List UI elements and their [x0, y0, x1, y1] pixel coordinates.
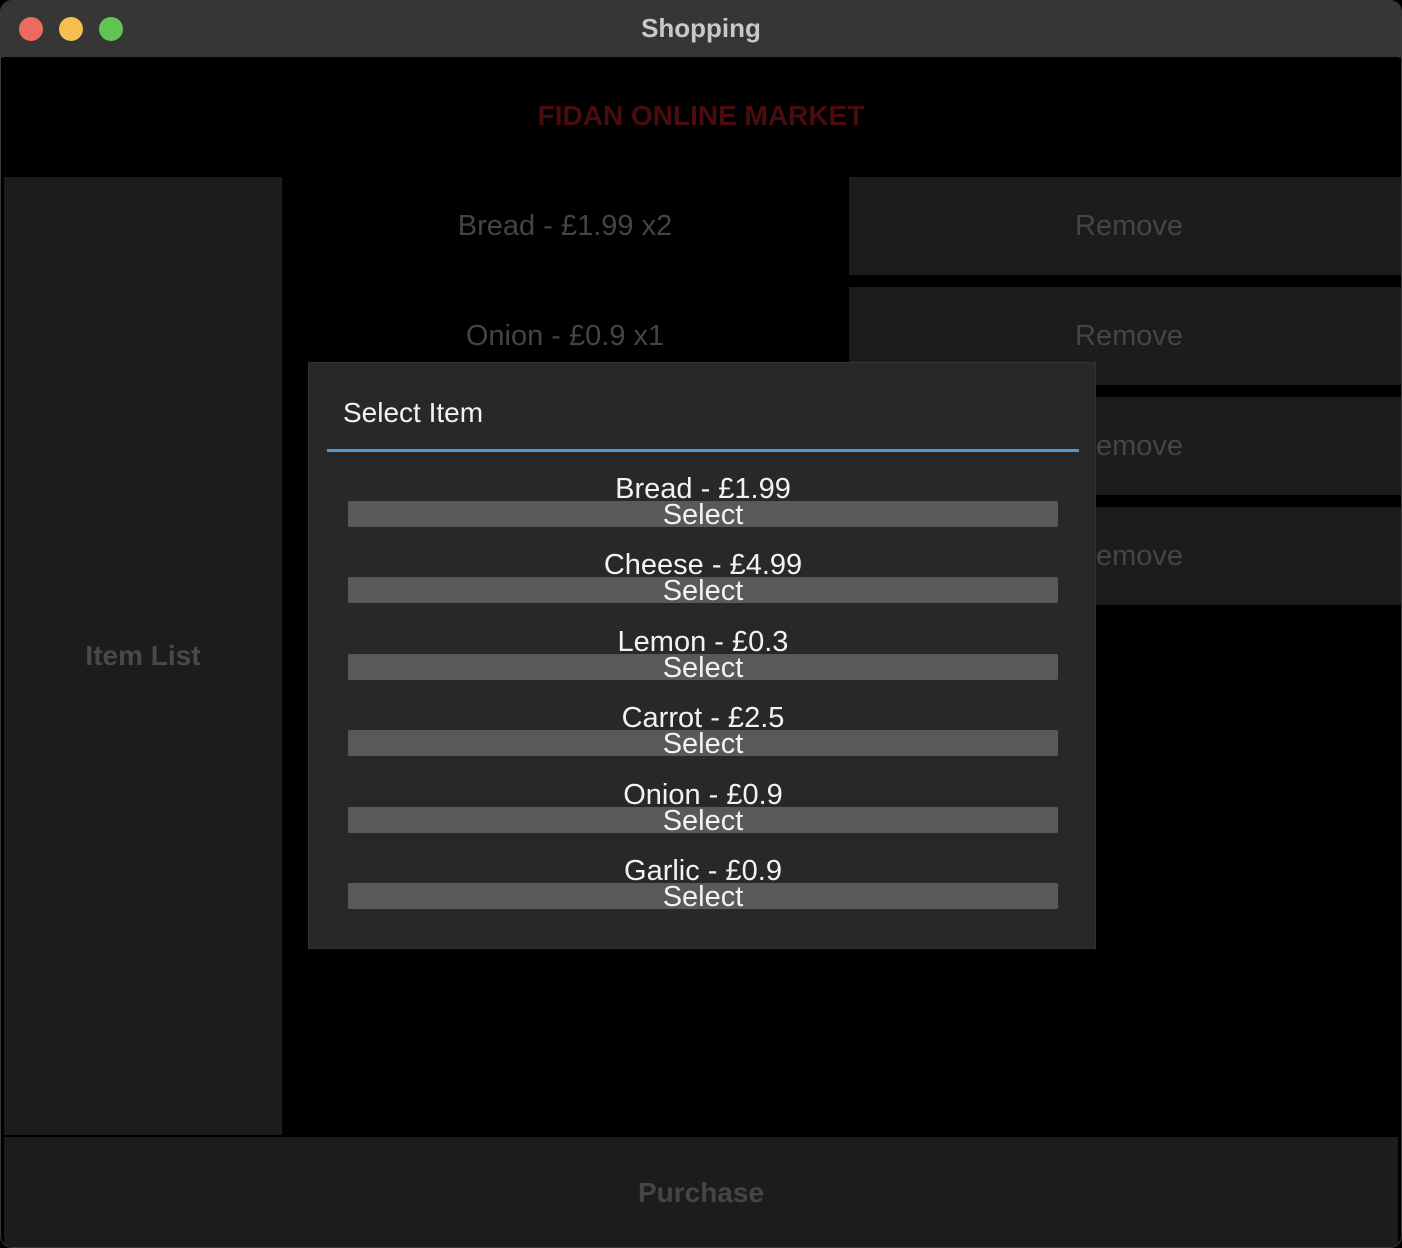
option-onion: Onion - £0.9 Select — [348, 779, 1058, 837]
option-bread: Bread - £1.99 Select — [348, 473, 1058, 531]
dialog-title-divider — [327, 449, 1079, 452]
option-lemon: Lemon - £0.3 Select — [348, 626, 1058, 684]
select-button-label: Select — [662, 652, 744, 684]
app-window: Shopping FIDAN ONLINE MARKET Item List B… — [0, 0, 1402, 1248]
remove-button[interactable]: Remove — [849, 177, 1401, 275]
item-list-button[interactable]: Item List — [4, 177, 282, 1135]
select-button-label: Select — [662, 881, 744, 913]
purchase-button[interactable]: Purchase — [4, 1137, 1398, 1247]
option-cheese: Cheese - £4.99 Select — [348, 549, 1058, 607]
option-garlic: Garlic - £0.9 Select — [348, 855, 1058, 913]
market-title: FIDAN ONLINE MARKET — [537, 100, 865, 131]
select-button-label: Select — [662, 575, 744, 607]
purchase-button-label: Purchase — [637, 1177, 765, 1208]
select-button-label: Select — [662, 499, 744, 531]
select-button-label: Select — [662, 728, 744, 760]
remove-button-label: Remove — [1075, 319, 1183, 352]
item-list-label: Item List — [85, 640, 201, 671]
window-title: Shopping — [641, 13, 761, 43]
dialog-title: Select Item — [343, 397, 484, 428]
option-carrot: Carrot - £2.5 Select — [348, 702, 1058, 760]
cart-item-label: Bread - £1.99 x2 — [457, 209, 673, 242]
select-button-label: Select — [662, 805, 744, 837]
remove-button-label: Remove — [1075, 209, 1183, 242]
title-bar[interactable]: Shopping — [1, 1, 1401, 58]
select-item-dialog: Select Item Bread - £1.99 Select Cheese … — [308, 362, 1096, 949]
